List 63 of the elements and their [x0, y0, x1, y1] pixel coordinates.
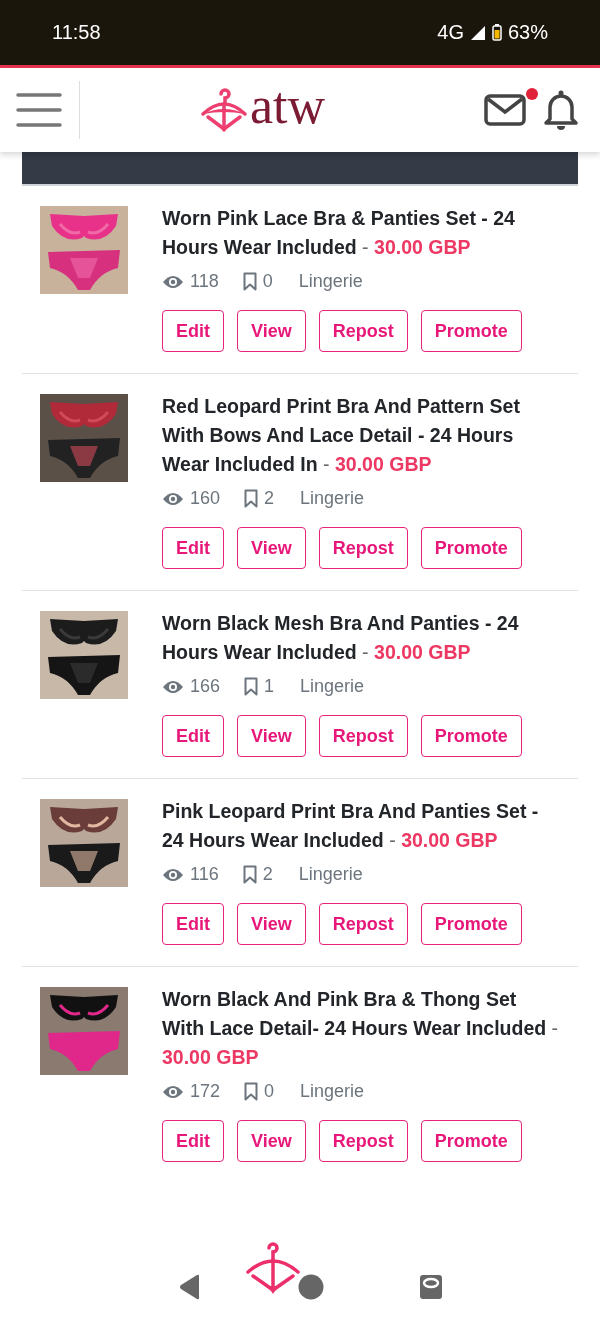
eye-icon — [162, 273, 184, 290]
action-button[interactable]: View — [237, 715, 306, 757]
save-count: 0 — [264, 1081, 275, 1102]
action-button[interactable]: View — [237, 903, 306, 945]
category-label: Lingerie — [300, 488, 365, 509]
action-button[interactable]: Repost — [318, 1120, 408, 1162]
hanger-icon[interactable] — [246, 1240, 300, 1296]
view-count: 166 — [190, 676, 221, 697]
bookmark-icon — [244, 1082, 259, 1101]
action-button[interactable]: Edit — [162, 1120, 224, 1162]
back-icon[interactable] — [178, 1274, 202, 1300]
action-button[interactable]: Promote — [420, 903, 522, 945]
listing-title[interactable]: Red Leopard Print Bra And Pattern Set With Bows And Lace Detail - 24 Hours Wear Included In - 30.00 GBP — [162, 392, 562, 479]
eye-icon — [162, 490, 184, 507]
battery-level: 63% — [507, 21, 548, 44]
action-button[interactable]: Repost — [318, 527, 408, 569]
action-button[interactable]: Edit — [162, 903, 224, 945]
action-button[interactable]: Promote — [420, 310, 522, 352]
battery-icon — [491, 24, 502, 41]
action-button[interactable]: Promote — [420, 1120, 522, 1162]
action-button[interactable]: Repost — [318, 715, 408, 757]
action-button[interactable]: Promote — [420, 527, 522, 569]
view-count: 172 — [190, 1081, 221, 1102]
signal-icon — [469, 24, 486, 41]
listing-title[interactable]: Pink Leopard Print Bra And Panties Set - 24 Hours Wear Included - 30.00 GBP — [162, 797, 562, 855]
action-button[interactable]: View — [237, 527, 306, 569]
action-button[interactable]: Repost — [318, 903, 408, 945]
bookmark-icon — [242, 272, 257, 291]
eye-icon — [162, 866, 184, 883]
home-icon[interactable] — [298, 1274, 324, 1300]
bookmark-icon — [244, 677, 259, 696]
bookmark-icon — [244, 489, 259, 508]
menu-icon[interactable] — [16, 92, 62, 128]
eye-icon — [162, 1083, 184, 1100]
recent-apps-icon[interactable] — [420, 1275, 442, 1299]
action-button[interactable]: Edit — [162, 310, 224, 352]
view-count: 160 — [190, 488, 221, 509]
view-count: 116 — [190, 864, 219, 885]
notification-bell-icon[interactable] — [542, 89, 580, 131]
action-button[interactable]: Edit — [162, 527, 224, 569]
action-button[interactable]: Promote — [420, 715, 522, 757]
bookmark-icon — [242, 865, 257, 884]
listing-title[interactable]: Worn Black And Pink Bra & Thong Set With Lace Detail- 24 Hours Wear Included - 30.00 GBP — [162, 985, 562, 1072]
listing-title[interactable]: Worn Black Mesh Bra And Panties - 24 Hours Wear Included - 30.00 GBP — [162, 609, 562, 667]
save-count: 2 — [264, 488, 275, 509]
eye-icon — [162, 678, 184, 695]
category-label: Lingerie — [300, 1081, 365, 1102]
action-button[interactable]: Repost — [318, 310, 408, 352]
action-button[interactable]: View — [237, 310, 306, 352]
action-button[interactable]: Edit — [162, 715, 224, 757]
hanger-icon — [200, 86, 248, 134]
category-label: Lingerie — [298, 864, 363, 885]
save-count: 1 — [264, 676, 275, 697]
network-label: 4G — [437, 21, 464, 44]
action-button[interactable]: View — [237, 1120, 306, 1162]
listing-title[interactable]: Worn Pink Lace Bra & Panties Set - 24 Hours Wear Included - 30.00 GBP — [162, 204, 562, 262]
mail-icon[interactable] — [484, 94, 526, 126]
category-label: Lingerie — [300, 676, 365, 697]
save-count: 0 — [262, 271, 273, 292]
save-count: 2 — [262, 864, 273, 885]
status-time: 11:58 — [52, 21, 101, 44]
view-count: 118 — [190, 271, 219, 292]
category-label: Lingerie — [298, 271, 363, 292]
